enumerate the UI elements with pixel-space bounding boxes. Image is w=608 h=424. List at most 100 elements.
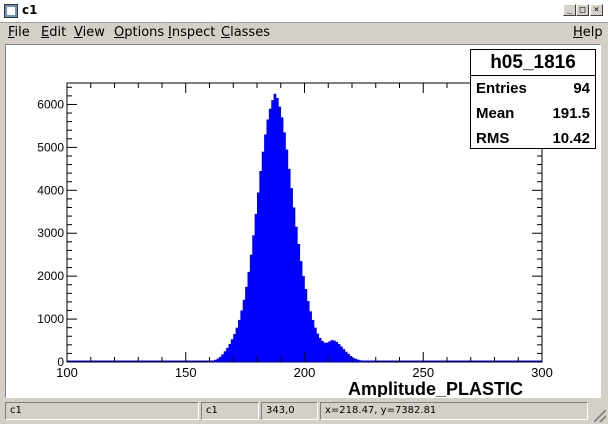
histogram-bar (271, 100, 274, 362)
stats-entries-row: Entries 94 (476, 80, 590, 100)
histogram-bar (306, 301, 310, 362)
stats-mean-value: 191.5 (552, 105, 590, 122)
histogram-bar (366, 361, 369, 362)
x-tick-label: 150 (175, 365, 197, 380)
histogram-bar (314, 327, 317, 362)
histogram-bar (292, 207, 296, 362)
histogram-bar (335, 341, 339, 362)
histogram-bar (361, 360, 365, 362)
stats-rms-value: 10.42 (552, 130, 590, 147)
histogram-bar (287, 168, 291, 362)
histogram-bar (299, 261, 303, 362)
histogram-bar (363, 361, 367, 362)
menu-help[interactable]: Help (573, 25, 603, 40)
status-bar: c1 c1 343,0 x=218.47, y=7382.81 (0, 400, 608, 424)
stats-title: h05_1816 (471, 50, 595, 76)
x-tick-label: 300 (531, 365, 553, 380)
histogram-bar (344, 351, 348, 362)
stats-rms-label: RMS (476, 130, 510, 147)
x-tick-label: 200 (294, 365, 316, 380)
y-tick-label: 2000 (37, 269, 64, 283)
histogram-bar (316, 333, 320, 362)
histogram-bar (266, 119, 270, 362)
y-tick-label: 5000 (37, 140, 64, 154)
histogram-bar (254, 213, 258, 362)
histogram-bar (283, 132, 286, 362)
stats-mean-label: Mean (476, 105, 515, 122)
histogram-bar (214, 359, 217, 362)
y-tick-label: 3000 (37, 226, 64, 240)
histogram-bar (268, 108, 272, 362)
histogram-bar (297, 243, 301, 362)
histogram-bar (333, 340, 336, 362)
status-canvas-name: c1 (5, 402, 199, 420)
menu-edit[interactable]: Edit (41, 25, 66, 40)
menu-file[interactable]: File (8, 25, 30, 40)
menu-classes[interactable]: Classes (221, 25, 270, 40)
histogram-bar (342, 349, 346, 362)
x-axis-title: Amplitude_PLASTIC (348, 379, 524, 398)
histogram-bar (242, 299, 246, 362)
stats-rms-row: RMS 10.42 (476, 130, 590, 150)
histogram-bar (219, 356, 222, 362)
window-title: c1 (22, 3, 38, 17)
y-tick-label: 0 (57, 355, 64, 369)
x-tick-label: 250 (412, 365, 434, 380)
histogram-bar (356, 359, 360, 362)
histogram-bar (330, 340, 334, 362)
stats-entries-label: Entries (476, 80, 527, 97)
histogram-bar (216, 358, 220, 362)
histogram-bar (302, 276, 305, 362)
histogram-bar (278, 106, 282, 362)
histogram-bar (359, 360, 362, 362)
histogram-bar (354, 358, 358, 362)
status-object-name: c1 (201, 402, 259, 420)
histogram-bar (323, 342, 327, 362)
maximize-button[interactable]: □ (576, 4, 589, 16)
stats-box[interactable]: h05_1816 Entries 94 Mean 191.5 RMS 10.42 (470, 49, 596, 149)
histogram-bar (304, 289, 308, 362)
menu-view[interactable]: View (74, 25, 105, 40)
histogram-bar (273, 93, 277, 362)
close-button[interactable]: × (590, 4, 603, 16)
histogram-bar (245, 286, 248, 362)
histogram-bar (226, 347, 229, 362)
histogram-bar (261, 151, 265, 362)
histogram-bar (285, 149, 289, 362)
histogram-bar (211, 360, 215, 362)
histogram-bar (221, 354, 225, 362)
y-tick-label: 6000 (37, 97, 64, 111)
histogram-bar (235, 327, 239, 362)
menu-options[interactable]: Options (114, 25, 164, 40)
menu-bar: File Edit View Options Inspect Classes H… (0, 23, 608, 43)
histogram-bar (264, 134, 267, 362)
histogram-bar (247, 271, 251, 362)
stats-entries-value: 94 (573, 80, 590, 97)
root-canvas-icon (4, 4, 18, 18)
histogram-bar (276, 98, 279, 362)
histogram-bar (318, 337, 322, 362)
histogram-bar (311, 319, 315, 362)
resize-grip-icon[interactable] (594, 410, 606, 422)
histogram-bar (257, 192, 260, 362)
histogram-bar (240, 310, 244, 362)
histogram-bar (295, 226, 298, 362)
title-bar: c1 _ □ × (0, 0, 608, 23)
y-tick-label: 4000 (37, 183, 64, 197)
status-coordinates: x=218.47, y=7382.81 (320, 402, 588, 420)
histogram-bar (347, 353, 350, 362)
histogram-bar (228, 343, 232, 362)
histogram-bar (259, 170, 263, 362)
status-pixel-position: 343,0 (261, 402, 318, 420)
y-tick-label: 1000 (37, 312, 64, 326)
histogram-bar (252, 235, 255, 362)
minimize-button[interactable]: _ (563, 4, 576, 16)
root-canvas[interactable]: 100 150 200 250 300 0 1000 2000 3000 4000 5000 6000… (5, 44, 601, 398)
stats-mean-row: Mean 191.5 (476, 105, 590, 125)
histogram-bar (249, 254, 253, 362)
histogram-bar (280, 117, 284, 362)
menu-inspect[interactable]: Inspect (168, 25, 215, 40)
histogram-bar (321, 340, 324, 362)
histogram-bar (238, 319, 241, 362)
histogram-bar (290, 188, 293, 362)
